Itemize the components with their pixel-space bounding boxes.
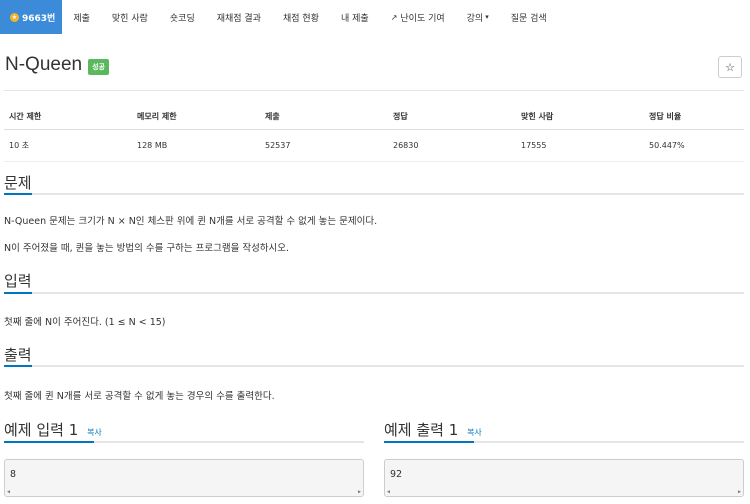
table-cell: 52537	[260, 129, 388, 162]
output-section-heading: 출력	[4, 346, 32, 364]
status-badge: 성공	[88, 59, 109, 75]
sample-input-box[interactable]: 8 ◀ ▶	[4, 459, 364, 497]
section-accent	[4, 365, 32, 367]
sample-output-value: 92	[390, 469, 403, 480]
section-accent	[4, 441, 94, 443]
nav-lectures-dropdown[interactable]: 강의 ▾	[456, 0, 500, 34]
title-divider	[4, 90, 744, 91]
nav-lectures-label: 강의	[466, 13, 484, 24]
nav-solved-users[interactable]: 맞힌 사람	[101, 0, 159, 34]
scroll-left-icon[interactable]: ◀	[7, 489, 10, 495]
nav-judge-status-label: 채점 현황	[283, 13, 319, 24]
sample-input-title: 예제 입력 1	[4, 421, 79, 439]
nav-submit[interactable]: 제출	[62, 0, 101, 34]
copy-output-link[interactable]: 복사	[467, 428, 482, 437]
nav-solved-users-label: 맞힌 사람	[111, 13, 148, 24]
sample-input-heading: 예제 입력 1 복사	[4, 419, 102, 440]
copy-input-link[interactable]: 복사	[87, 428, 102, 437]
nav-short-coding[interactable]: 숏코딩	[159, 0, 206, 34]
nav-my-submissions-label: 내 제출	[340, 13, 369, 24]
problem-title: N-Queen	[5, 54, 83, 75]
nav-problem-number-label: 9663번	[22, 13, 56, 24]
table-header-cell: 맞힌 사람	[516, 104, 644, 130]
section-accent	[384, 441, 474, 443]
problem-description-1: N-Queen 문제는 크기가 N × N인 체스판 위에 퀸 N개를 서로 공…	[4, 216, 378, 227]
nav-problem-number[interactable]: ★ 9663번	[0, 0, 63, 34]
star-icon: ☆	[725, 60, 735, 74]
table-cell: 50.447%	[644, 129, 744, 162]
problem-title-row: N-Queen 성공	[5, 54, 109, 76]
sample-input-value: 8	[10, 469, 17, 480]
problem-section-underline	[4, 193, 744, 195]
sample-output-box[interactable]: 92 ◀ ▶	[384, 459, 744, 497]
table-cell: 10 초	[4, 129, 132, 162]
nav-submit-label: 제출	[73, 13, 90, 24]
scroll-left-icon[interactable]: ◀	[387, 489, 390, 495]
table-cell: 26830	[388, 129, 516, 162]
sample-input-underline	[4, 441, 364, 443]
table-header-cell: 정답	[388, 104, 516, 130]
sample-output-underline	[384, 441, 744, 443]
scroll-right-icon[interactable]: ▶	[738, 489, 741, 495]
nav-difficulty-contribute[interactable]: ↗ 난이도 기여	[380, 0, 456, 34]
nav-rejudge-results-label: 재채점 결과	[216, 13, 261, 24]
input-section-underline	[4, 292, 744, 294]
table-header-cell: 메모리 제한	[132, 104, 260, 130]
nav-rejudge-results[interactable]: 재채점 결과	[206, 0, 272, 34]
problem-nav: ★ 9663번 제출 맞힌 사람 숏코딩 재채점 결과 채점 현황 내 제출 ↗…	[0, 0, 750, 34]
table-header-cell: 시간 제한	[4, 104, 132, 130]
section-accent	[4, 193, 32, 195]
table-header-cell: 정답 비율	[644, 104, 744, 130]
nav-question-search[interactable]: 질문 검색	[500, 0, 558, 34]
caret-down-icon: ▾	[485, 13, 489, 21]
star-button[interactable]: ☆	[718, 56, 742, 78]
output-description: 첫째 줄에 퀸 N개를 서로 공격할 수 없게 놓는 경우의 수를 출력한다.	[4, 391, 275, 402]
input-description: 첫째 줄에 N이 주어진다. (1 ≤ N < 15)	[4, 317, 166, 328]
table-header-cell: 제출	[260, 104, 388, 130]
nav-question-search-label: 질문 검색	[510, 13, 547, 24]
table-cell: 128 MB	[132, 129, 260, 162]
section-accent	[4, 292, 32, 294]
nav-short-coding-label: 숏코딩	[169, 13, 195, 24]
input-section-heading: 입력	[4, 272, 32, 290]
table-header-row: 시간 제한 메모리 제한 제출 정답 맞힌 사람 정답 비율	[4, 104, 744, 130]
sample-output-heading: 예제 출력 1 복사	[384, 419, 482, 440]
nav-difficulty-contribute-label: 난이도 기여	[400, 13, 445, 24]
nav-judge-status[interactable]: 채점 현황	[272, 0, 330, 34]
sample-output-title: 예제 출력 1	[384, 421, 459, 439]
problem-section-heading: 문제	[4, 174, 32, 192]
scroll-right-icon[interactable]: ▶	[358, 489, 361, 495]
medal-icon: ★	[10, 12, 19, 22]
problem-description-2: N이 주어졌을 때, 퀸을 놓는 방법의 수를 구하는 프로그램을 작성하시오.	[4, 243, 290, 254]
table-cell: 17555	[516, 129, 644, 162]
problem-info-table: 시간 제한 메모리 제한 제출 정답 맞힌 사람 정답 비율 10 초 128 …	[4, 104, 744, 162]
horizontal-scrollbar[interactable]: ◀ ▶	[385, 488, 743, 496]
output-section-underline	[4, 365, 744, 367]
table-row: 10 초 128 MB 52537 26830 17555 50.447%	[4, 129, 744, 162]
external-link-icon: ↗	[390, 12, 398, 22]
horizontal-scrollbar[interactable]: ◀ ▶	[5, 488, 363, 496]
nav-my-submissions[interactable]: 내 제출	[330, 0, 380, 34]
